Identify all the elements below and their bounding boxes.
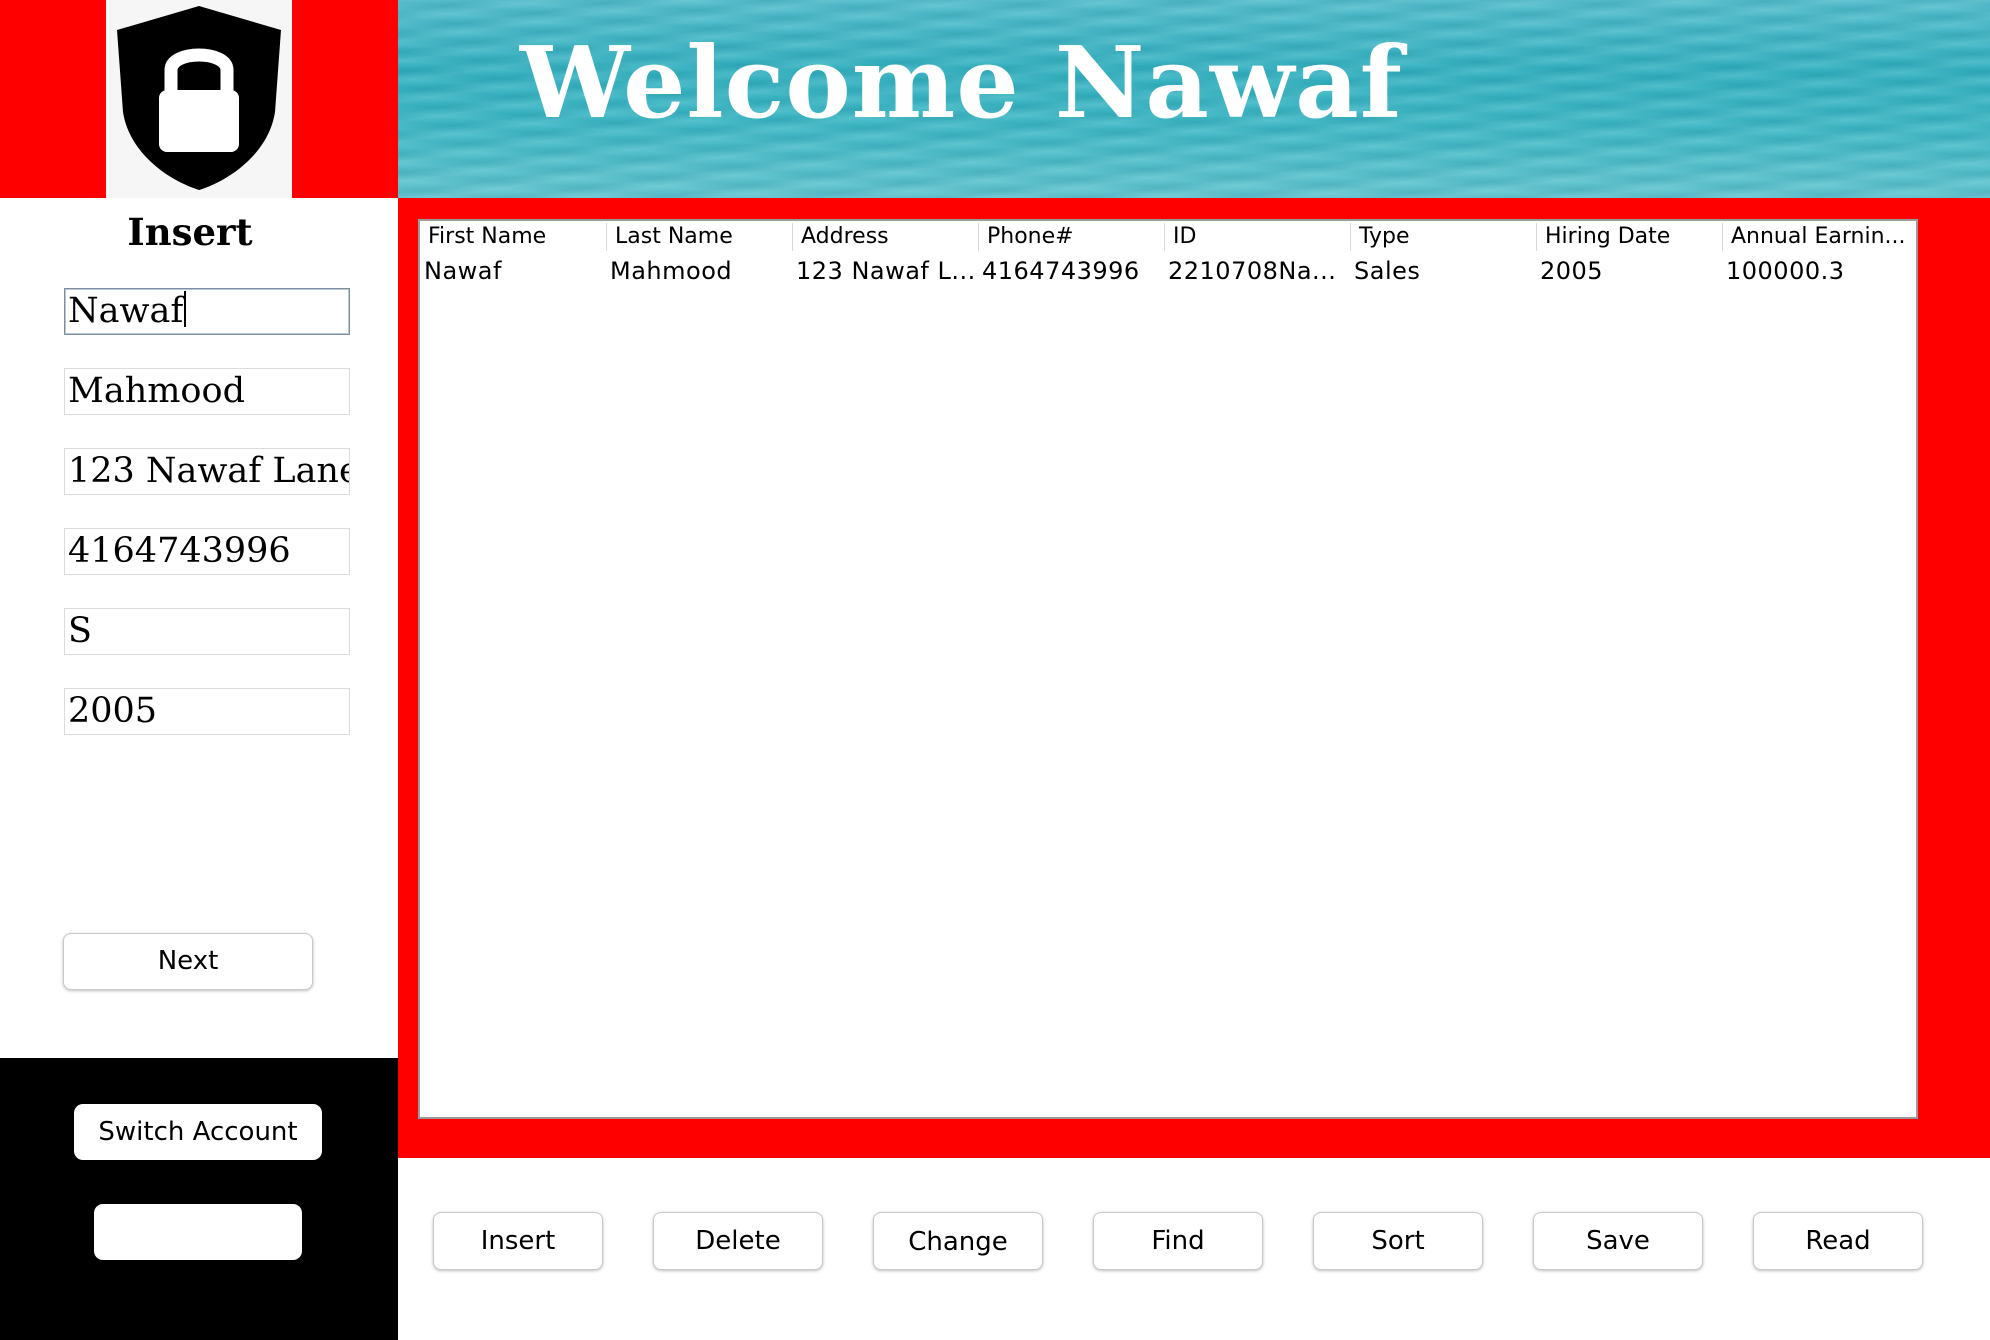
column-header-address[interactable]: Address [792,223,978,251]
employee-table[interactable]: First Name Last Name Address Phone# ID T… [418,219,1918,1119]
address-value: 123 Nawaf Lane [68,451,350,491]
type-value: S [68,611,92,651]
read-button[interactable]: Read [1753,1212,1923,1270]
logo-area [0,0,398,198]
cell-hiring-date: 2005 [1540,257,1604,285]
hiring-date-field[interactable]: 2005 [64,688,350,735]
first-name-value: Nawaf [68,291,184,331]
header-banner: Welcome Nawaf [398,0,1990,198]
last-name-value: Mahmood [68,371,245,411]
sort-button[interactable]: Sort [1313,1212,1483,1270]
column-header-last-name[interactable]: Last Name [606,223,792,251]
column-header-id[interactable]: ID [1164,223,1350,251]
switch-account-button[interactable]: Switch Account [74,1104,322,1160]
welcome-title: Welcome Nawaf [520,26,1403,141]
table-header: First Name Last Name Address Phone# ID T… [420,221,1916,253]
phone-value: 4164743996 [68,531,291,571]
column-header-first-name[interactable]: First Name [420,223,606,251]
next-button[interactable]: Next [63,933,313,990]
blank-button[interactable] [94,1204,302,1260]
insert-button[interactable]: Insert [433,1212,603,1270]
account-panel: Switch Account [0,1058,398,1340]
first-name-field[interactable]: Nawaf [64,288,350,335]
insert-heading: Insert [127,210,253,254]
find-button[interactable]: Find [1093,1212,1263,1270]
delete-button[interactable]: Delete [653,1212,823,1270]
cell-phone: 4164743996 [982,257,1140,285]
insert-panel: Insert Nawaf Mahmood 123 Nawaf Lane 4164… [0,198,398,1058]
logo [106,0,292,198]
phone-field[interactable]: 4164743996 [64,528,350,575]
cell-annual-earnings: 100000.3 [1726,257,1845,285]
cell-type: Sales [1354,257,1421,285]
cell-last-name: Mahmood [610,257,733,285]
address-field[interactable]: 123 Nawaf Lane [64,448,350,495]
column-header-annual-earnings[interactable]: Annual Earnin... [1722,223,1916,251]
cell-first-name: Nawaf [424,257,502,285]
cell-id: 2210708Na... [1168,257,1337,285]
column-header-type[interactable]: Type [1350,223,1536,251]
save-button[interactable]: Save [1533,1212,1703,1270]
type-field[interactable]: S [64,608,350,655]
last-name-field[interactable]: Mahmood [64,368,350,415]
hiring-date-value: 2005 [68,691,158,731]
text-caret [184,291,187,327]
cell-address: 123 Nawaf L... [796,257,976,285]
column-header-hiring-date[interactable]: Hiring Date [1536,223,1722,251]
column-header-phone[interactable]: Phone# [978,223,1164,251]
change-button[interactable]: Change [873,1212,1043,1270]
